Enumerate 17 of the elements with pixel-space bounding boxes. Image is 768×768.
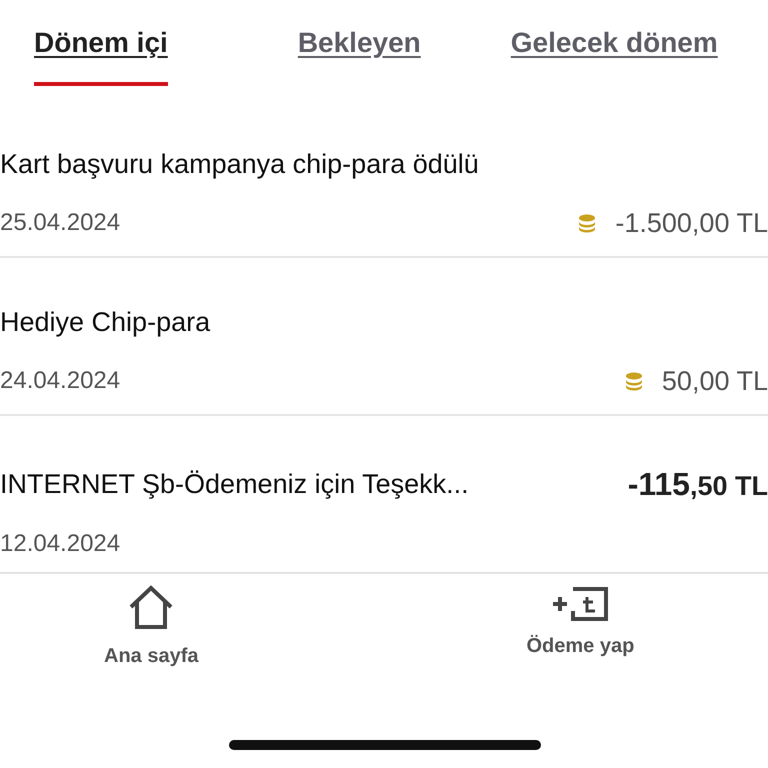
transaction-title: INTERNET Şb-Ödemeniz için Teşekk... <box>0 468 469 501</box>
nav-item[interactable]: Ana sayfa <box>104 585 198 671</box>
chip-amount: 50,00 TL <box>662 364 768 398</box>
tab[interactable]: Bekleyen <box>298 22 421 86</box>
coin-stack-icon <box>577 212 598 233</box>
transaction-amount: -115,50 TL <box>628 465 768 504</box>
transaction-title: Hediye Chip-para <box>0 306 210 339</box>
transaction-date: 24.04.2024 <box>0 366 120 396</box>
transaction-date: 25.04.2024 <box>0 208 120 238</box>
tab[interactable]: Dönem içi <box>34 22 168 86</box>
transaction-title: Kart başvuru kampanya chip-para ödülü <box>0 148 479 181</box>
tab[interactable]: Gelecek dönem <box>510 22 718 86</box>
coin-stack-icon <box>624 370 644 391</box>
chip-amount: -1.500,00 TL <box>615 206 768 240</box>
nav-item[interactable]: Ödeme yap <box>526 585 634 671</box>
plus-card-icon <box>551 585 610 621</box>
transaction-date: 12.04.2024 <box>0 529 120 559</box>
